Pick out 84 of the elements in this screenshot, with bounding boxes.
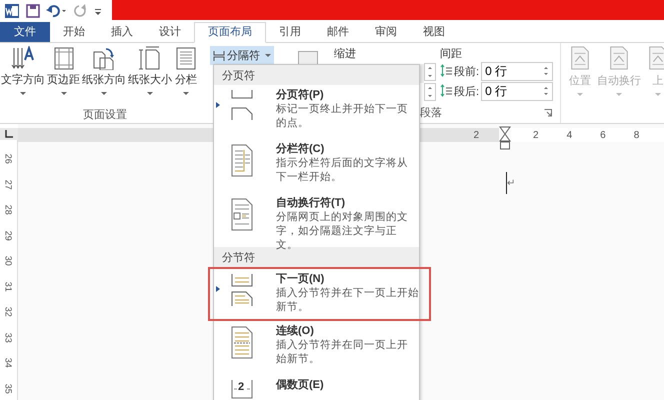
continuous-page-icon [230,326,254,359]
menu-item-title: 分页符(P) [276,88,325,102]
columns-icon [174,46,198,70]
next-page-icon [230,274,254,307]
ribbon-tab[interactable]: 视图 [410,22,458,42]
indent-marker-icon[interactable] [499,126,511,150]
menu-item-description: 标记一页终止并开始下一页的点。 [276,102,409,130]
ribbon-tab[interactable]: 引用 [266,22,314,42]
save-icon[interactable] [26,4,40,18]
dialog-launcher-icon[interactable] [544,108,552,116]
page-margins-icon [52,46,76,70]
group-label: 段落 [420,106,442,120]
ribbon-button[interactable]: 分栏 [173,46,199,102]
ribbon-tab[interactable]: 邮件 [314,22,362,42]
ruler-number: 29 [2,229,14,242]
spacing-before-icon [440,64,452,78]
page-rotate-icon [92,46,116,70]
column-page-icon [230,144,254,177]
menu-item-description: 插入分节符并在同一页上开始新节。 [276,338,409,366]
indent-label: 缩进 [334,46,357,61]
menu-item-title: 自动换行符(T) [276,196,346,210]
menu-item[interactable]: 2 偶数页(E) [214,375,419,400]
file-tab[interactable]: 文件 [0,22,50,42]
ruler-number: 31 [2,280,14,294]
spacing-after-field[interactable]: 0 行 [481,82,554,100]
spacing-after-label: 段后: [454,84,480,98]
breaks-icon [213,50,225,62]
ribbon-tab[interactable]: 插入 [98,22,146,42]
group-label: 页面设置 [82,108,128,122]
document-icon [608,46,630,70]
menu-section-header: 分页符 [214,65,419,85]
page-break-icon [230,90,254,123]
redo-icon[interactable] [74,4,88,18]
ruler-number: 33 [2,331,14,344]
left-tab-icon [5,130,13,138]
menu-item[interactable]: 连续(O) 插入分节符并在同一页上开始新节。 [214,321,419,375]
ruler-number: 26 [2,152,14,166]
ribbon-tab[interactable]: 设计 [146,22,194,42]
menu-item-description: 指示分栏符后面的文字将从下一栏开始。 [276,156,409,184]
page-size-icon [138,46,162,70]
breaks-dropdown-button[interactable]: 分隔符 [210,46,274,65]
menu-item[interactable]: 分栏符(C) 指示分栏符后面的文字将从下一栏开始。 [214,139,419,193]
tab-selector[interactable] [0,128,18,140]
ruler-number: 2 [473,130,479,140]
ruler-number: 8 [634,130,640,140]
menu-item-title: 下一页(N) [276,272,326,286]
ruler-number: 35 [2,382,14,396]
spin-arrows-icon[interactable] [543,85,550,97]
ribbon-button[interactable]: 纸张方向 [81,46,127,102]
menu-item-description: 插入分节符并在下一页上开始新节。 [276,286,420,314]
spacing-label: 间距 [440,47,463,61]
ruler-number: 27 [2,178,14,192]
ruler-number: 28 [2,204,14,217]
menu-item-title: 偶数页(E) [276,378,325,392]
text-cursor [506,172,507,194]
text-direction-icon [11,46,35,70]
menu-item-title: 分栏符(C) [276,142,326,156]
ruler-number: 32 [2,306,14,319]
ruler-number: 2 [533,130,539,140]
menu-item-title: 连续(O) [276,324,315,338]
menu-item[interactable]: 分页符(P) 标记一页终止并开始下一页的点。 [214,85,419,139]
spacing-before-label: 段前: [454,64,480,78]
word-logo-icon [4,3,20,19]
ruler-number: 34 [2,356,14,370]
ruler-number: 30 [2,254,14,268]
text-wrap-page-icon [230,198,254,231]
ribbon-button[interactable]: 纸张大小 [127,46,173,102]
ribbon-tab[interactable]: 页面布局 [194,22,266,43]
ribbon-button[interactable]: 文字方向 [0,46,46,102]
menu-item[interactable]: 下一页(N) 插入分节符并在下一页上开始新节。 [208,267,431,321]
spin-button[interactable] [424,83,436,101]
customize-menu-icon[interactable] [94,6,102,16]
undo-icon[interactable] [46,4,68,18]
ruler-number: 6 [600,130,606,140]
spacing-after-icon [440,84,452,98]
document-icon [569,46,591,70]
ruler-number: 4 [566,130,572,140]
paragraph-mark: ↵ [507,177,515,189]
spin-arrows-icon[interactable] [543,65,550,77]
ribbon-tab[interactable]: 审阅 [362,22,410,42]
spin-button[interactable] [424,63,436,81]
ribbon-tab[interactable]: 开始 [50,22,98,42]
spacing-before-field[interactable]: 0 行 [481,62,554,80]
ribbon-button[interactable]: 页边距 [46,46,81,102]
